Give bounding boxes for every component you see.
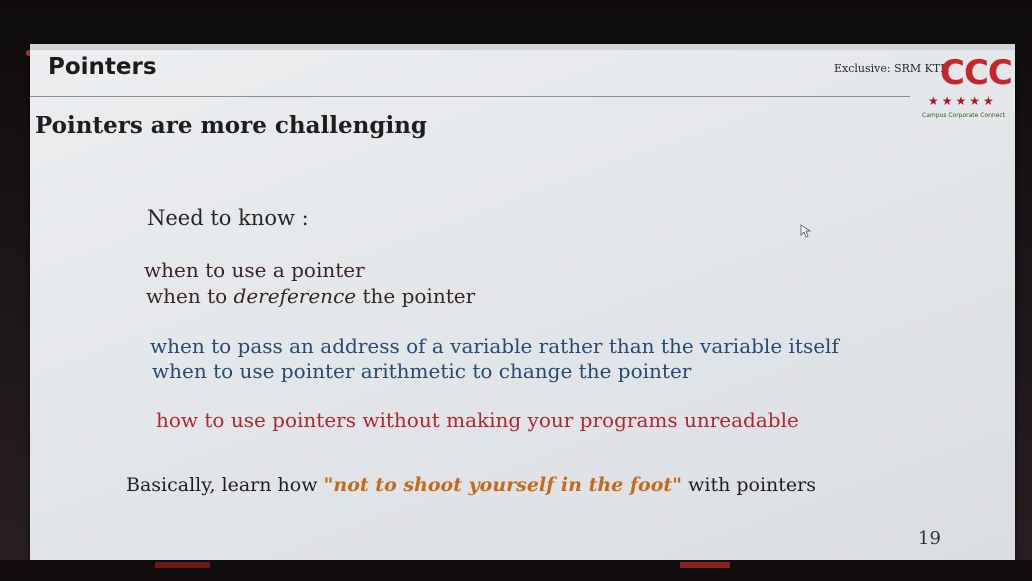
slide-subtitle: Pointers are more challenging bbox=[35, 112, 427, 139]
bullet-text: when to use a pointer bbox=[144, 258, 365, 282]
monitor-frame: Pointers Exclusive: SRM KTR CCC ★★★★★ Ca… bbox=[0, 0, 1032, 581]
slide-top-strip bbox=[30, 44, 1015, 50]
summary-pre: Basically, learn how bbox=[126, 474, 324, 496]
bullet-pass-address: when to pass an address of a variable ra… bbox=[150, 334, 839, 358]
mouse-pointer-icon bbox=[800, 224, 812, 238]
presentation-slide: Pointers Exclusive: SRM KTR CCC ★★★★★ Ca… bbox=[30, 44, 1015, 562]
ccc-logo: CCC ★★★★★ Campus Corporate Connect bbox=[918, 56, 1013, 126]
logo-stars: ★★★★★ bbox=[928, 94, 997, 108]
bullet-dereference: when to dereference the pointer bbox=[146, 284, 475, 308]
summary-line: Basically, learn how "not to shoot yours… bbox=[126, 474, 816, 496]
taskbar-mark bbox=[155, 562, 210, 568]
page-number: 19 bbox=[918, 528, 941, 549]
bullet-text-pre: when to bbox=[146, 284, 234, 308]
bullet-text-post: the pointer bbox=[356, 284, 476, 308]
bullet-readable-pointers: how to use pointers without making your … bbox=[156, 408, 799, 432]
need-to-know-heading: Need to know : bbox=[147, 206, 309, 230]
logo-tagline: Campus Corporate Connect bbox=[922, 112, 1006, 119]
bullet-text-emphasis: dereference bbox=[233, 284, 357, 308]
summary-post: with pointers bbox=[682, 474, 816, 496]
summary-quote: "not to shoot yourself in the foot" bbox=[323, 474, 683, 496]
bullet-use-pointer: when to use a pointer bbox=[144, 258, 365, 282]
logo-letters: CCC bbox=[940, 53, 1013, 93]
slide-title: Pointers bbox=[48, 54, 157, 80]
bullet-pointer-arithmetic: when to use pointer arithmetic to change… bbox=[152, 359, 692, 383]
header-divider bbox=[30, 96, 910, 97]
taskbar-mark bbox=[680, 562, 730, 568]
